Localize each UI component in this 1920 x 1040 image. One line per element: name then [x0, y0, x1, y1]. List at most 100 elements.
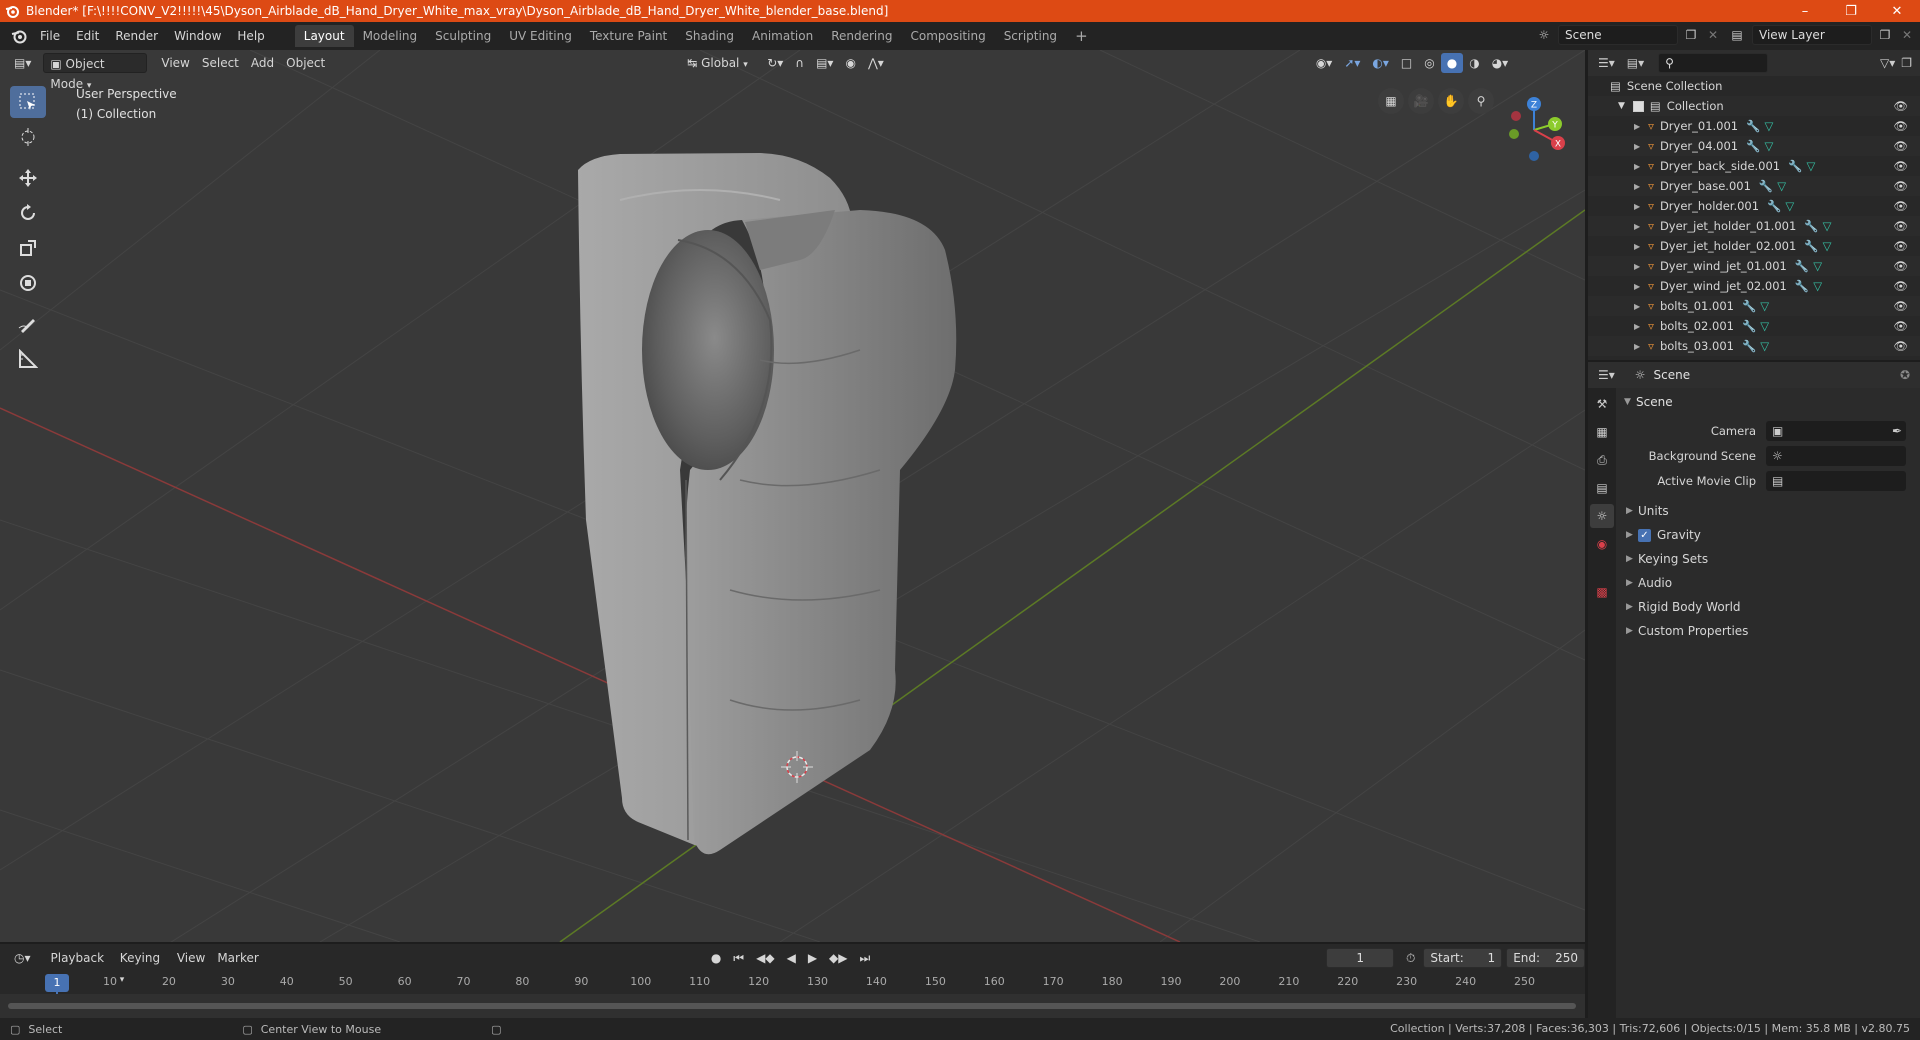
- mesh-data-icon[interactable]: ▽: [1806, 159, 1815, 173]
- jump-start-icon[interactable]: ⏮: [727, 948, 750, 968]
- mesh-data-icon[interactable]: ▽: [1813, 259, 1822, 273]
- shading-solid-icon[interactable]: ●: [1440, 53, 1464, 73]
- play-icon[interactable]: ▶: [802, 948, 823, 968]
- expand-arrow-icon[interactable]: ▶: [1634, 242, 1640, 251]
- measure-tool[interactable]: [10, 343, 46, 375]
- pin-icon[interactable]: ✪: [1900, 368, 1910, 382]
- timeline-ruler[interactable]: 1 10 20 30 40 50 60 70 80 90 100 110 120 130 140 150 160…: [0, 972, 1585, 1022]
- tab-rendering[interactable]: Rendering: [822, 25, 901, 47]
- minimize-button[interactable]: –: [1782, 0, 1828, 22]
- custom-properties-panel[interactable]: ▶ Custom Properties: [1616, 619, 1920, 643]
- tab-modeling[interactable]: Modeling: [354, 25, 427, 47]
- snap-target-icon[interactable]: ▤▾: [810, 53, 839, 73]
- rotate-tool[interactable]: [10, 197, 46, 229]
- gravity-checkbox[interactable]: ✓: [1638, 528, 1651, 542]
- eye-icon[interactable]: 👁: [1893, 239, 1908, 253]
- jump-end-icon[interactable]: ⏭: [854, 948, 877, 968]
- tab-texture-paint[interactable]: Texture Paint: [581, 25, 676, 47]
- outliner-object-row[interactable]: ▶ ▿ Dyer_wind_jet_01.001 🔧 ▽ 👁: [1588, 256, 1920, 276]
- mesh-data-icon[interactable]: ▽: [1760, 339, 1769, 353]
- view-layer-selector[interactable]: View Layer: [1752, 25, 1872, 45]
- stopwatch-icon[interactable]: ⏱: [1406, 951, 1415, 966]
- outliner-object-row[interactable]: ▶ ▿ Dyer_wind_jet_02.001 🔧 ▽ 👁: [1588, 276, 1920, 296]
- modifier-wrench-icon[interactable]: 🔧: [1742, 339, 1756, 353]
- eye-icon[interactable]: 👁: [1893, 319, 1908, 333]
- outliner-object-row[interactable]: ▶ ▿ Dryer_holder.001 🔧 ▽ 👁: [1588, 196, 1920, 216]
- eye-icon[interactable]: 👁: [1893, 179, 1908, 193]
- pivot-point-icon[interactable]: ↻▾: [761, 53, 789, 73]
- view-layer-icon[interactable]: ▤: [1726, 28, 1748, 42]
- expand-arrow-icon[interactable]: ▶: [1634, 282, 1640, 291]
- modifier-wrench-icon[interactable]: 🔧: [1742, 319, 1756, 333]
- overlay-toggle-icon[interactable]: ◐▾: [1366, 53, 1395, 73]
- maximize-button[interactable]: ❐: [1828, 0, 1874, 22]
- eye-icon[interactable]: 👁: [1893, 159, 1908, 173]
- record-icon[interactable]: ●: [705, 948, 727, 968]
- menu-render[interactable]: Render: [107, 25, 166, 47]
- mesh-data-icon[interactable]: ▽: [1813, 279, 1822, 293]
- xray-toggle-icon[interactable]: □: [1395, 53, 1418, 73]
- outliner-object-row[interactable]: ▶ ▿ Dryer_base.001 🔧 ▽ 👁: [1588, 176, 1920, 196]
- eye-icon[interactable]: 👁: [1893, 279, 1908, 293]
- camera-field[interactable]: ▣ ✒: [1766, 420, 1906, 441]
- mesh-data-icon[interactable]: ▽: [1777, 179, 1786, 193]
- zoom-icon[interactable]: ⚲: [1468, 88, 1494, 114]
- close-button[interactable]: ✕: [1874, 0, 1920, 22]
- modifier-wrench-icon[interactable]: 🔧: [1746, 139, 1760, 153]
- timeline-menu-view[interactable]: View: [171, 948, 211, 968]
- modifier-wrench-icon[interactable]: 🔧: [1742, 299, 1756, 313]
- outliner-object-row[interactable]: ▶ ▿ Dryer_04.001 🔧 ▽ 👁: [1588, 136, 1920, 156]
- viewport-menu-select[interactable]: Select: [196, 53, 245, 73]
- gizmo-toggle-icon[interactable]: ➚▾: [1338, 53, 1366, 73]
- proportional-edit-icon[interactable]: ◉: [839, 53, 861, 73]
- outliner-search-input[interactable]: ⚲: [1658, 53, 1769, 73]
- expand-arrow-icon[interactable]: ▶: [1634, 302, 1640, 311]
- tab-render[interactable]: ▦: [1590, 420, 1614, 444]
- new-scene-icon[interactable]: ❐: [1682, 28, 1700, 42]
- select-box-tool[interactable]: [10, 86, 46, 118]
- outliner-object-row[interactable]: ▶ ▿ Dyer_jet_holder_01.001 🔧 ▽ 👁: [1588, 216, 1920, 236]
- start-frame-field[interactable]: Start: 1: [1423, 948, 1503, 968]
- modifier-wrench-icon[interactable]: 🔧: [1767, 199, 1781, 213]
- menu-edit[interactable]: Edit: [68, 25, 107, 47]
- display-mode-icon[interactable]: ▤▾: [1627, 56, 1644, 70]
- scene-selector[interactable]: Scene: [1558, 25, 1678, 45]
- mesh-data-icon[interactable]: ▽: [1760, 299, 1769, 313]
- mesh-data-icon[interactable]: ▽: [1760, 319, 1769, 333]
- scene-collection-row[interactable]: ▤ Scene Collection: [1588, 76, 1920, 96]
- scale-tool[interactable]: [10, 232, 46, 264]
- eyedropper-icon[interactable]: ✒: [1892, 424, 1902, 438]
- snap-icon[interactable]: ∩: [789, 53, 810, 73]
- move-tool[interactable]: [10, 162, 46, 194]
- tab-world[interactable]: ◉: [1590, 532, 1614, 556]
- eye-icon[interactable]: 👁: [1893, 299, 1908, 313]
- tab-scripting[interactable]: Scripting: [995, 25, 1066, 47]
- new-collection-icon[interactable]: ❐: [1901, 56, 1912, 70]
- scene-panel-header[interactable]: ▼ Scene: [1616, 390, 1920, 414]
- mesh-data-icon[interactable]: ▽: [1764, 139, 1773, 153]
- navigation-gizmo[interactable]: Z Y X: [1509, 97, 1565, 161]
- hand-dryer-model[interactable]: [578, 153, 957, 855]
- viewport-menu-add[interactable]: Add: [245, 53, 280, 73]
- timeline-editor-type-icon[interactable]: ◷▾: [8, 948, 37, 968]
- eye-icon[interactable]: 👁: [1893, 259, 1908, 273]
- blender-menu-icon[interactable]: [6, 23, 32, 49]
- rigid-body-world-panel[interactable]: ▶ Rigid Body World: [1616, 595, 1920, 619]
- audio-panel[interactable]: ▶ Audio: [1616, 571, 1920, 595]
- annotate-tool[interactable]: [10, 308, 46, 340]
- play-reverse-icon[interactable]: ◀: [781, 948, 802, 968]
- shading-wireframe-icon[interactable]: ◎: [1418, 53, 1440, 73]
- keying-sets-panel[interactable]: ▶ Keying Sets: [1616, 547, 1920, 571]
- end-frame-field[interactable]: End: 250: [1506, 948, 1585, 968]
- next-keyframe-icon[interactable]: ◆▶: [823, 948, 853, 968]
- modifier-wrench-icon[interactable]: 🔧: [1746, 119, 1760, 133]
- expand-arrow-icon[interactable]: ▼: [1618, 101, 1625, 111]
- collection-row[interactable]: ▼ ▤ Collection 👁: [1588, 96, 1920, 116]
- outliner-object-row[interactable]: ▶ ▿ Dyer_jet_holder_02.001 🔧 ▽ 👁: [1588, 236, 1920, 256]
- expand-arrow-icon[interactable]: ▶: [1634, 342, 1640, 351]
- eye-icon[interactable]: 👁: [1893, 119, 1908, 133]
- timeline-track[interactable]: [0, 994, 1585, 1018]
- scene-icon[interactable]: ☼: [1534, 28, 1554, 42]
- timeline-menu-playback[interactable]: Playback ▾: [45, 948, 114, 985]
- falloff-icon[interactable]: ⋀▾: [862, 53, 890, 73]
